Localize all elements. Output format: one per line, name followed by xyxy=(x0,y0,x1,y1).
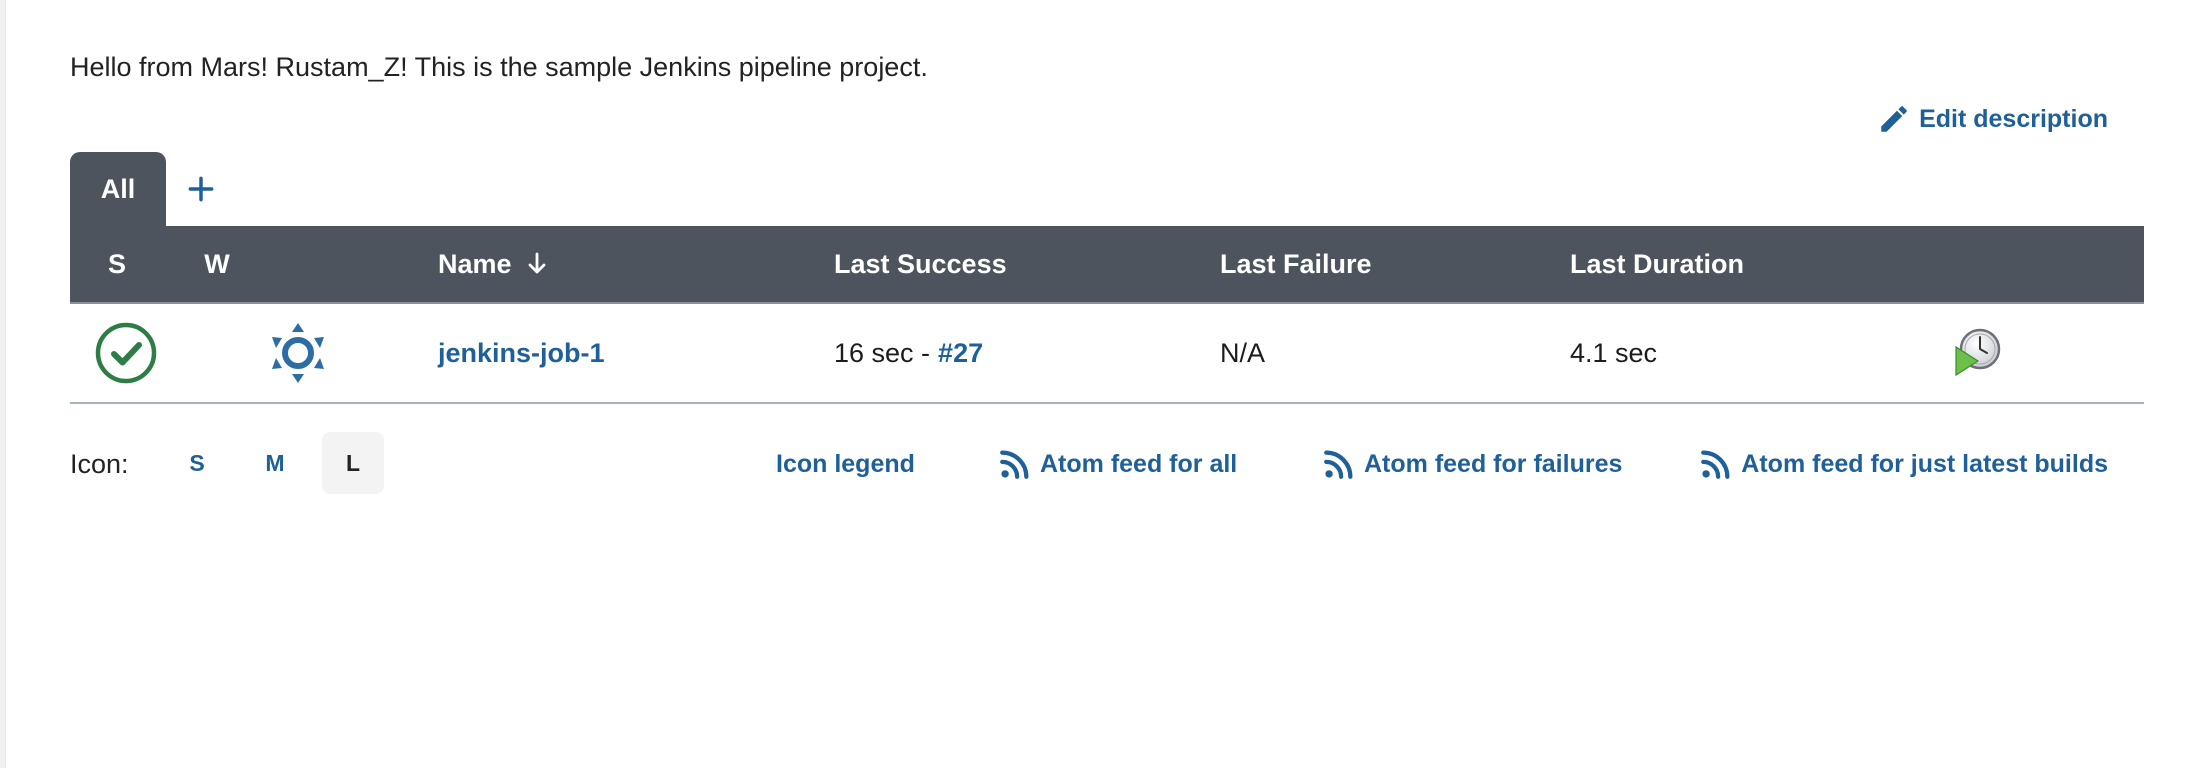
table-header: S W Name Last Success Last Failure Last … xyxy=(70,226,2144,304)
atom-feed-latest-link[interactable]: Atom feed for just latest builds xyxy=(1699,432,2108,496)
edit-description-label: Edit description xyxy=(1919,104,2108,133)
column-header-name-label: Name xyxy=(438,248,512,279)
icon-size-label: Icon: xyxy=(70,448,129,479)
last-success-cell: 16 sec - #27 xyxy=(834,304,983,402)
page-left-border xyxy=(0,0,6,768)
rss-icon xyxy=(998,447,1032,481)
rss-icon xyxy=(1322,447,1356,481)
icon-size-medium-button[interactable]: M xyxy=(244,432,306,494)
view-tabs: All xyxy=(70,152,236,226)
icon-legend-link[interactable]: Icon legend xyxy=(776,432,915,496)
sunny-weather-icon xyxy=(268,304,328,402)
rss-icon xyxy=(1699,447,1733,481)
atom-feed-failures-link[interactable]: Atom feed for failures xyxy=(1322,432,1622,496)
last-failure-value: N/A xyxy=(1220,337,1266,368)
icon-legend-label: Icon legend xyxy=(776,449,915,478)
atom-feed-all-label: Atom feed for all xyxy=(1040,449,1238,478)
job-link[interactable]: jenkins-job-1 xyxy=(438,338,605,369)
column-header-weather[interactable]: W xyxy=(164,226,270,302)
last-success-time: 16 sec - xyxy=(834,337,931,368)
table-row: jenkins-job-1 16 sec - #27 N/A 4.1 sec xyxy=(70,304,2144,404)
schedule-build-icon[interactable] xyxy=(1952,304,2004,402)
atom-feed-latest-label: Atom feed for just latest builds xyxy=(1741,449,2108,478)
projectstatus-table: S W Name Last Success Last Failure Last … xyxy=(70,226,2144,404)
success-check-icon xyxy=(94,304,158,402)
tab-all[interactable]: All xyxy=(70,152,166,226)
add-view-button[interactable] xyxy=(166,152,236,226)
atom-feed-failures-label: Atom feed for failures xyxy=(1364,449,1623,478)
icon-size-small-button[interactable]: S xyxy=(166,432,228,494)
build-link[interactable]: #27 xyxy=(938,338,983,369)
column-header-last-duration[interactable]: Last Duration xyxy=(1570,226,1744,302)
table-footer: Icon: S M L Icon legend Atom feed for al… xyxy=(70,432,2144,496)
column-header-last-failure[interactable]: Last Failure xyxy=(1220,226,1372,302)
last-duration-value: 4.1 sec xyxy=(1570,337,1658,368)
pencil-icon xyxy=(1877,102,1911,136)
column-header-name[interactable]: Name xyxy=(438,226,548,302)
atom-feed-all-link[interactable]: Atom feed for all xyxy=(998,432,1237,496)
project-description: Hello from Mars! Rustam_Z! This is the s… xyxy=(70,52,928,82)
column-header-last-success[interactable]: Last Success xyxy=(834,226,1007,302)
edit-description-link[interactable]: Edit description xyxy=(1877,102,2108,136)
job-name-cell: jenkins-job-1 xyxy=(438,304,605,402)
icon-size-large-button[interactable]: L xyxy=(322,432,384,494)
column-header-status[interactable]: S xyxy=(70,226,164,302)
arrow-down-icon xyxy=(526,251,548,277)
plus-icon xyxy=(185,173,217,205)
